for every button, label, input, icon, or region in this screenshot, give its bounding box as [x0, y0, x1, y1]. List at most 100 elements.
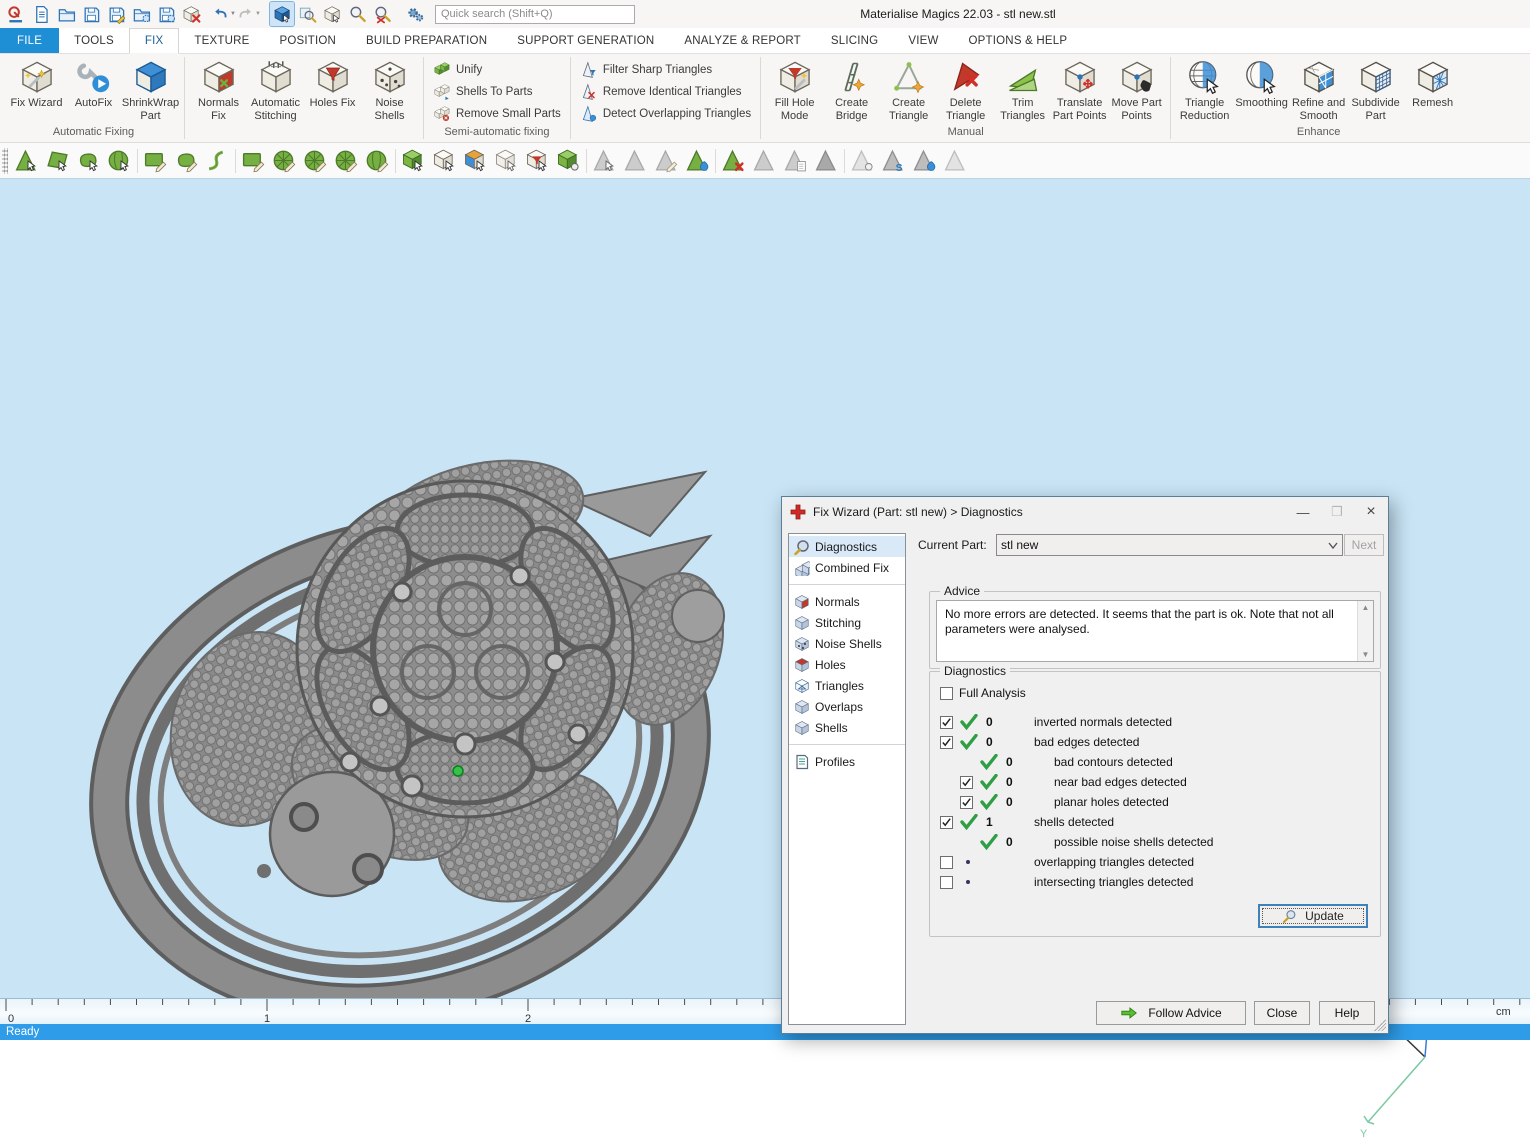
tab-analyze-report[interactable]: ANALYZE & REPORT	[669, 28, 816, 53]
cube-marking-icon[interactable]	[429, 146, 460, 176]
update-button[interactable]: Update	[1258, 904, 1368, 928]
holes-fix-button[interactable]: Holes Fix	[304, 56, 361, 110]
close-button[interactable]: Close	[1254, 1001, 1310, 1025]
drop-triangle-tool-icon[interactable]	[909, 146, 940, 176]
mark-shell-icon[interactable]	[104, 146, 135, 176]
triangle-reduction-button[interactable]: Triangle Reduction	[1176, 56, 1233, 122]
dialog-resize-grip[interactable]	[1374, 1019, 1386, 1031]
full-analysis-checkbox[interactable]	[940, 687, 953, 700]
dialog-close-button[interactable]: ×	[1354, 499, 1388, 525]
cube-face-marking-icon[interactable]	[398, 146, 429, 176]
translate-part-points-button[interactable]: Translate Part Points	[1051, 56, 1108, 122]
noise-shells-button[interactable]: Noise Shells	[361, 56, 418, 122]
sidebar-item-overlaps[interactable]: Overlaps	[789, 696, 905, 717]
advice-textarea[interactable]: No more errors are detected. It seems th…	[936, 600, 1374, 662]
tab-file[interactable]: FILE	[0, 28, 59, 53]
save-icon[interactable]	[79, 2, 103, 26]
smooth-shell-tool-icon[interactable]: S	[878, 146, 909, 176]
diagnostic-checkbox[interactable]	[940, 736, 953, 749]
filter-sharp-triangles-button[interactable]: Filter Sharp Triangles	[576, 60, 755, 80]
dialog-maximize-button[interactable]: ❒	[1320, 499, 1354, 525]
save-as-icon[interactable]	[104, 2, 128, 26]
diagnostic-checkbox[interactable]	[940, 856, 953, 869]
normals-fix-button[interactable]: Normals Fix	[190, 56, 247, 122]
sidebar-item-diagnostics[interactable]: Diagnostics	[789, 536, 905, 557]
diagnostic-checkbox[interactable]	[940, 716, 953, 729]
circle-marking-icon[interactable]	[269, 146, 300, 176]
tab-texture[interactable]: TEXTURE	[179, 28, 264, 53]
polyline-marking-icon[interactable]	[202, 146, 233, 176]
diagnostic-checkbox[interactable]	[960, 796, 973, 809]
move-part-points-button[interactable]: Move Part Points	[1108, 56, 1165, 122]
new-document-icon[interactable]	[29, 2, 53, 26]
redo-icon[interactable]: ▼	[237, 2, 261, 26]
view-mode-icon[interactable]	[270, 2, 294, 26]
subdivide-part-button[interactable]: Subdivide Part	[1347, 56, 1404, 122]
fix-wizard-button[interactable]: Fix Wizard	[8, 56, 65, 110]
tab-view[interactable]: VIEW	[893, 28, 953, 53]
dialog-minimize-button[interactable]: —	[1286, 499, 1320, 525]
sidebar-item-combined-fix[interactable]: Combined Fix	[789, 557, 905, 578]
cube-colored-marking-icon[interactable]	[460, 146, 491, 176]
remove-small-parts-button[interactable]: Remove Small Parts	[429, 104, 565, 124]
export-part-icon[interactable]	[154, 2, 178, 26]
automatic-stitching-button[interactable]: Automatic Stitching	[247, 56, 304, 122]
scroll-down-icon[interactable]: ▼	[1362, 650, 1370, 659]
autofix-button[interactable]: AutoFix	[65, 56, 122, 110]
quick-search-input[interactable]	[435, 5, 635, 24]
tab-build-preparation[interactable]: BUILD PREPARATION	[351, 28, 502, 53]
diagnostic-checkbox[interactable]	[940, 816, 953, 829]
cube-dots-marking-icon[interactable]	[553, 146, 584, 176]
shrinkwrap-part-button[interactable]: ShrinkWrap Part	[122, 56, 179, 122]
trim-triangles-button[interactable]: Trim Triangles	[994, 56, 1051, 122]
fill-hole-mode-button[interactable]: Fill Hole Mode	[766, 56, 823, 122]
tab-slicing[interactable]: SLICING	[816, 28, 893, 53]
delete-triangle-button[interactable]: Delete Triangle	[937, 56, 994, 122]
remove-part-icon[interactable]	[179, 2, 203, 26]
tab-fix[interactable]: FIX	[129, 28, 180, 54]
scroll-up-icon[interactable]: ▲	[1362, 603, 1370, 612]
create-triangle-button[interactable]: Create Triangle	[880, 56, 937, 122]
shells-to-parts-button[interactable]: Shells To Parts	[429, 82, 565, 102]
mark-surface-icon[interactable]	[73, 146, 104, 176]
smoothing-button[interactable]: Smoothing	[1233, 56, 1290, 110]
freeform-marking-icon[interactable]	[171, 146, 202, 176]
tab-support-generation[interactable]: SUPPORT GENERATION	[502, 28, 669, 53]
tab-tools[interactable]: TOOLS	[59, 28, 129, 53]
sidebar-item-profiles[interactable]: Profiles	[789, 751, 905, 772]
diagnostic-checkbox[interactable]	[960, 776, 973, 789]
mark-triangle-icon[interactable]	[11, 146, 42, 176]
follow-advice-button[interactable]: Follow Advice	[1096, 1001, 1246, 1025]
remove-identical-triangles-button[interactable]: Remove Identical Triangles	[576, 82, 755, 102]
window-marking-icon[interactable]	[238, 146, 269, 176]
next-button[interactable]: Next	[1344, 534, 1384, 556]
cube-hole-marking-icon[interactable]	[522, 146, 553, 176]
diagnostic-checkbox[interactable]	[940, 876, 953, 889]
unify-button[interactable]: Unify	[429, 60, 565, 80]
sidebar-item-shells[interactable]: Shells	[789, 717, 905, 738]
sidebar-item-holes[interactable]: Holes	[789, 654, 905, 675]
zoom-selection-icon[interactable]	[295, 2, 319, 26]
fit-view-icon[interactable]	[320, 2, 344, 26]
3d-viewport[interactable]: Z Y Fix Wizard (Part: stl new) > Diagnos…	[0, 179, 1530, 998]
toolbar-drag-handle-icon[interactable]	[2, 148, 8, 174]
create-bridge-button[interactable]: Create Bridge	[823, 56, 880, 122]
brush-marking-icon[interactable]	[362, 146, 393, 176]
sidebar-item-normals[interactable]: Normals	[789, 591, 905, 612]
advice-scrollbar[interactable]: ▲ ▼	[1357, 601, 1373, 661]
sector-marking-icon[interactable]	[331, 146, 362, 176]
tab-position[interactable]: POSITION	[264, 28, 351, 53]
overlap-detect-tool-icon[interactable]	[682, 146, 713, 176]
magics-logo-icon[interactable]	[4, 2, 28, 26]
mark-plane-icon[interactable]	[42, 146, 73, 176]
remesh-button[interactable]: Remesh	[1404, 56, 1461, 110]
delete-marked-tool-icon[interactable]	[718, 146, 749, 176]
current-part-dropdown[interactable]: stl new	[996, 534, 1343, 556]
rectangle-marking-icon[interactable]	[140, 146, 171, 176]
open-folder-icon[interactable]	[54, 2, 78, 26]
help-button[interactable]: Help	[1319, 1001, 1375, 1025]
unzoom-icon[interactable]	[370, 2, 394, 26]
star-marking-icon[interactable]	[300, 146, 331, 176]
import-part-icon[interactable]	[129, 2, 153, 26]
tab-options-help[interactable]: OPTIONS & HELP	[954, 28, 1083, 53]
